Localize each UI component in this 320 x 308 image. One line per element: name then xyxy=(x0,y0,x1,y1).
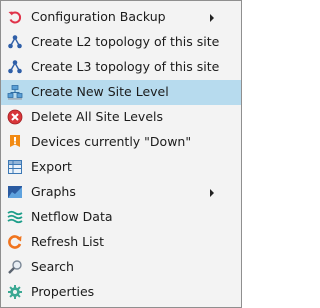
menu-item-label: Graphs xyxy=(31,184,76,199)
menu-item-netflow-data[interactable]: Netflow Data xyxy=(1,205,241,230)
topology-icon xyxy=(7,34,23,50)
menu-item-create-l3-topology[interactable]: Create L3 topology of this site xyxy=(1,55,241,80)
menu-item-label: Create New Site Level xyxy=(31,84,169,99)
menu-item-label: Netflow Data xyxy=(31,209,113,224)
menu-item-label: Devices currently "Down" xyxy=(31,134,192,149)
context-menu: Configuration Backup Create L2 topology … xyxy=(0,0,242,308)
menu-item-label: Create L3 topology of this site xyxy=(31,59,220,74)
search-icon xyxy=(7,259,23,275)
menu-item-label: Search xyxy=(31,259,74,274)
menu-item-label: Configuration Backup xyxy=(31,9,166,24)
menu-item-create-new-site-level[interactable]: Create New Site Level xyxy=(1,80,241,105)
menu-item-graphs[interactable]: Graphs xyxy=(1,180,241,205)
menu-item-configuration-backup[interactable]: Configuration Backup xyxy=(1,5,241,30)
gear-icon xyxy=(7,284,23,300)
menu-item-label: Export xyxy=(31,159,72,174)
site-level-icon xyxy=(7,84,23,100)
graph-icon xyxy=(7,184,23,200)
undo-icon xyxy=(7,9,23,25)
submenu-arrow-icon xyxy=(210,189,214,197)
menu-item-properties[interactable]: Properties xyxy=(1,280,241,305)
menu-item-label: Refresh List xyxy=(31,234,105,249)
alert-icon xyxy=(7,134,23,150)
export-icon xyxy=(7,159,23,175)
menu-item-delete-all-site-levels[interactable]: Delete All Site Levels xyxy=(1,105,241,130)
menu-item-devices-down[interactable]: Devices currently "Down" xyxy=(1,130,241,155)
refresh-icon xyxy=(7,234,23,250)
menu-item-label: Properties xyxy=(31,284,95,299)
menu-item-refresh-list[interactable]: Refresh List xyxy=(1,230,241,255)
menu-item-search[interactable]: Search xyxy=(1,255,241,280)
netflow-icon xyxy=(7,209,23,225)
menu-item-label: Delete All Site Levels xyxy=(31,109,163,124)
menu-item-label: Create L2 topology of this site xyxy=(31,34,220,49)
submenu-arrow-icon xyxy=(210,14,214,22)
menu-item-create-l2-topology[interactable]: Create L2 topology of this site xyxy=(1,30,241,55)
menu-item-export[interactable]: Export xyxy=(1,155,241,180)
delete-icon xyxy=(7,109,23,125)
topology-icon xyxy=(7,59,23,75)
